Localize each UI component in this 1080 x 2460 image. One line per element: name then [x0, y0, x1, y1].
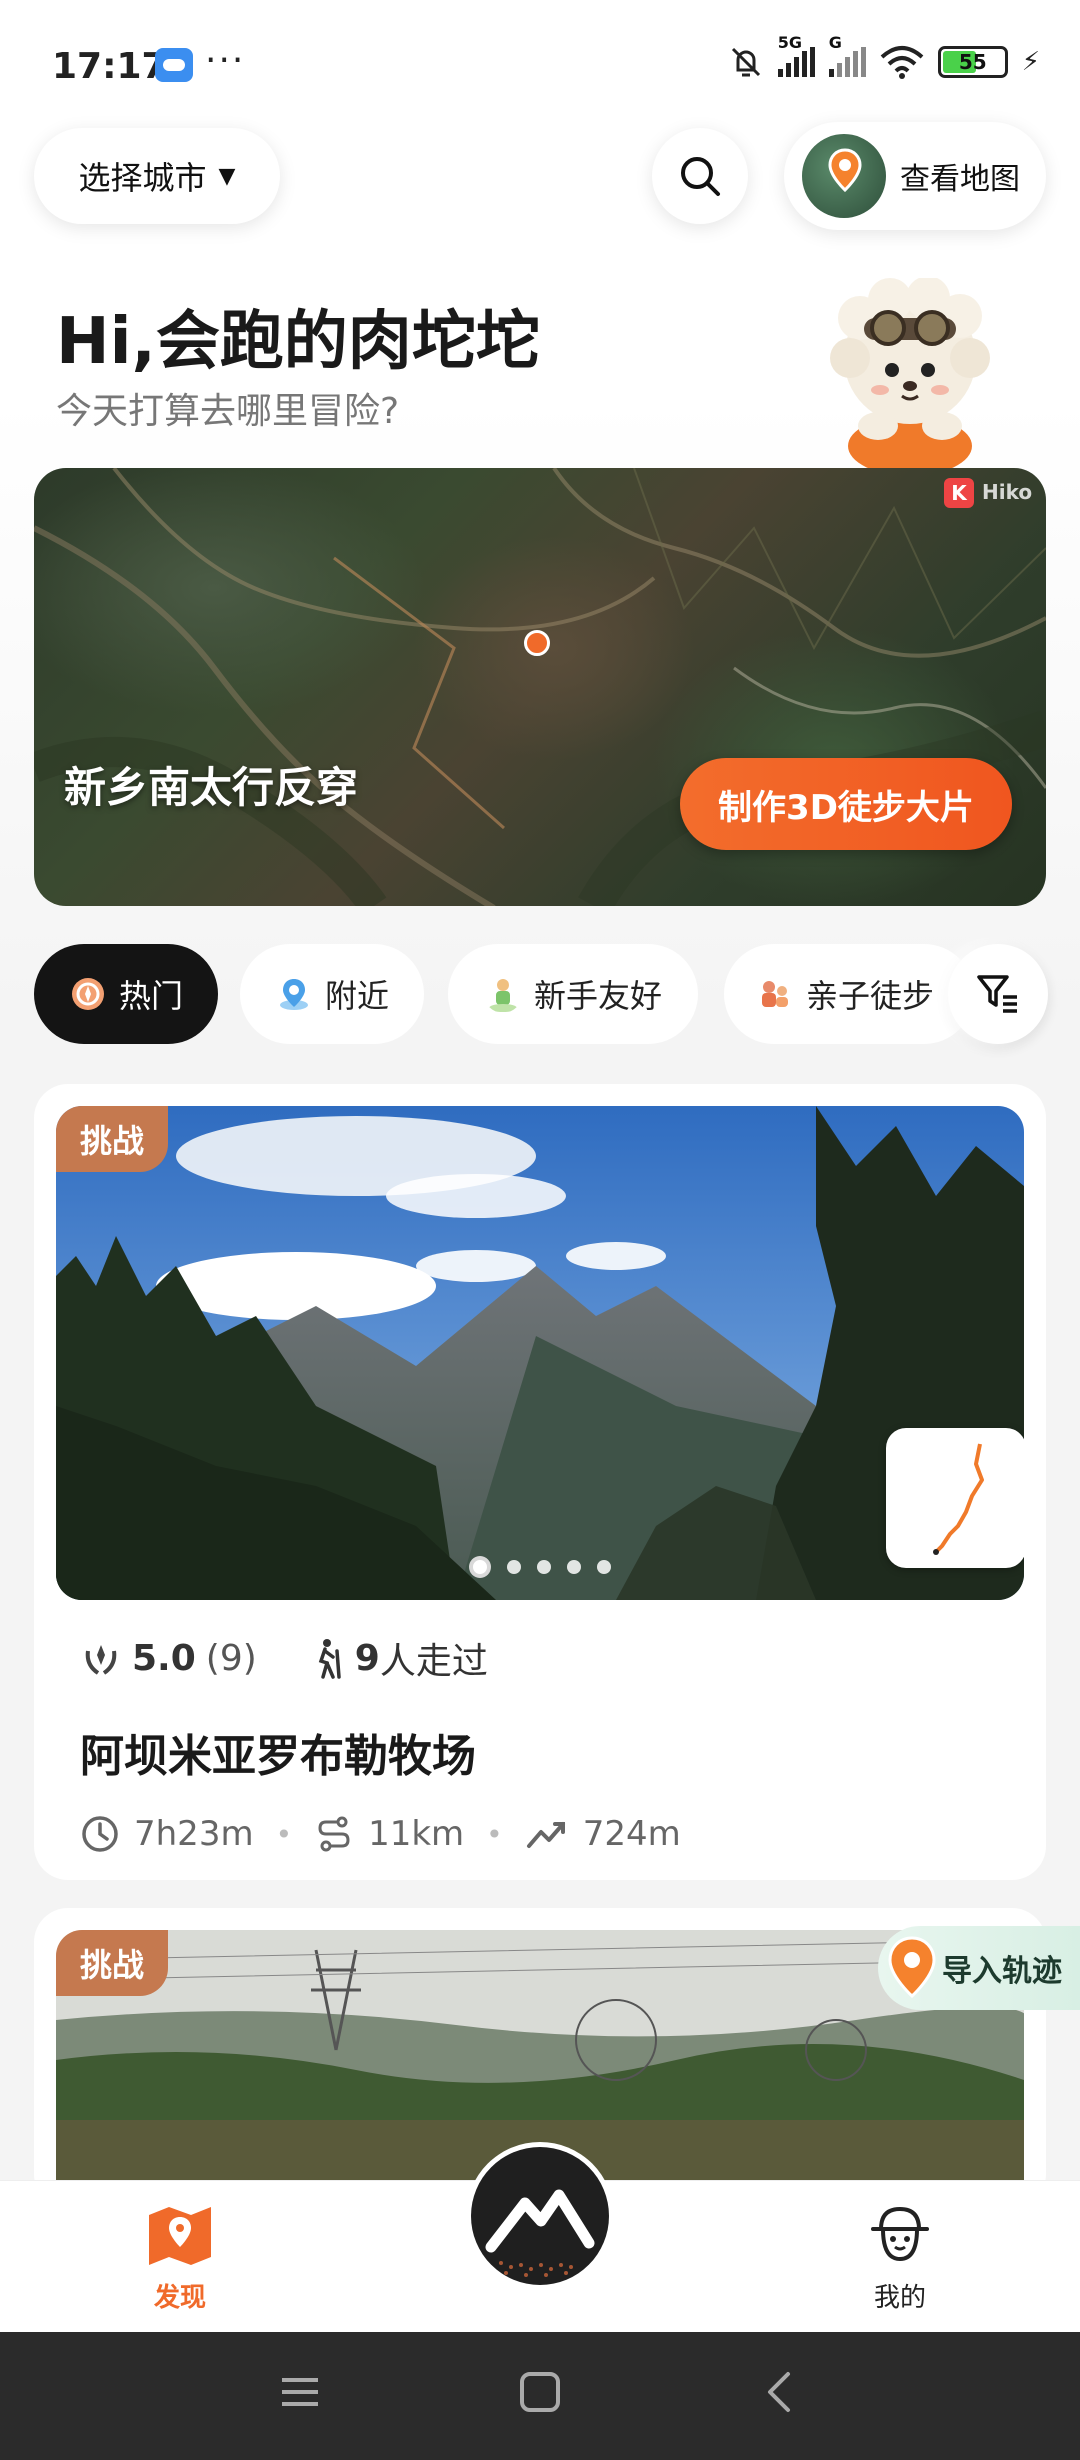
mute-bell-icon [731, 47, 760, 77]
hot-icon [71, 978, 104, 1010]
trail-stats: 7h23m • 11km • 724m [80, 1814, 681, 1854]
chip-nearby-label: 附近 [324, 977, 389, 1015]
mascot-sheep-icon [830, 278, 990, 476]
discover-map-icon [149, 2207, 211, 2265]
search-icon [681, 157, 720, 196]
rating-row: 5.0 (9) 9 人走过 [80, 1632, 488, 1684]
chip-family[interactable]: 亲子徒步 [724, 944, 974, 1044]
select-city-button[interactable]: 选择城市 ▼ [34, 128, 280, 224]
trail-photo[interactable]: 挑战 [56, 1106, 1024, 1600]
trail-title: 阿坝米亚罗布勒牧场 [80, 1731, 476, 1782]
nav-mine[interactable]: 我的 [850, 2199, 950, 2314]
make-3d-video-button[interactable]: 制作3D徒步大片 [680, 758, 1012, 850]
map-pin-icon [828, 148, 862, 192]
back-icon[interactable] [756, 2368, 804, 2416]
chip-hot-label: 热门 [118, 977, 183, 1015]
map-pin-icon [888, 1936, 936, 1999]
pager-dot [507, 1560, 521, 1574]
chip-hot[interactable]: 热门 [34, 944, 218, 1044]
map-thumbnail [802, 134, 886, 218]
rating-count: (9) [205, 1637, 257, 1679]
route-line-icon [933, 1443, 984, 1555]
record-track-button[interactable] [466, 2142, 614, 2290]
location-icon [279, 979, 308, 1010]
nav-discover[interactable]: 发现 [130, 2199, 230, 2314]
pager-dot [567, 1560, 581, 1574]
more-dots-icon: ··· [205, 40, 246, 81]
elevation-icon [526, 1822, 565, 1848]
category-chips: 热门 附近 新手友好 亲子徒步 [34, 944, 1080, 1044]
route-thumbnail[interactable] [886, 1428, 1024, 1568]
walked-count: 9 [354, 1637, 380, 1679]
hero-banner[interactable]: K Hiko 新乡南太行反穿 制作3D徒步大片 [34, 468, 1046, 906]
challenge-tag-2: 挑战 [56, 1930, 168, 1996]
greeting-subtitle: 今天打算去哪里冒险? [56, 391, 400, 432]
signal-g: G [828, 33, 866, 77]
chip-family-label: 亲子徒步 [806, 977, 935, 1015]
chip-beginner[interactable]: 新手友好 [448, 944, 698, 1044]
view-map-button[interactable]: 查看地图 [784, 122, 1046, 230]
hero-location-marker [524, 630, 550, 656]
profile-hat-icon [871, 2206, 929, 2262]
charging-icon: ⚡ [1021, 47, 1040, 77]
system-nav-bar [0, 2332, 1080, 2460]
status-bar: 17:17 ··· 5G G 55 ⚡ [0, 0, 1080, 120]
battery-icon: 55 [937, 46, 1008, 78]
pager-dot [597, 1560, 611, 1574]
rating-value: 5.0 [132, 1637, 196, 1679]
nav-discover-label: 发现 [153, 2283, 206, 2313]
greeting-title: Hi,会跑的肉坨坨 [56, 305, 540, 379]
brand-watermark: Hiko [982, 480, 1033, 504]
trail-card[interactable]: 挑战 5.0 (9) 9 人走过 阿坝米亚罗布勒牧场 7h23m • 11km •… [34, 1084, 1046, 1880]
beginner-icon [488, 979, 517, 1012]
home-icon[interactable] [516, 2368, 564, 2416]
brand-badge: K [944, 478, 974, 508]
trail-distance: 11km [368, 1814, 465, 1854]
mountain-logo-icon [485, 2189, 595, 2277]
distance-icon [318, 1816, 350, 1852]
chip-nearby[interactable]: 附近 [240, 944, 424, 1044]
hero-title: 新乡南太行反穿 [64, 763, 359, 812]
chip-beginner-label: 新手友好 [533, 977, 662, 1015]
view-map-label: 查看地图 [900, 162, 1020, 197]
clock-icon [82, 1816, 118, 1852]
image-pager [56, 1556, 1024, 1578]
hiker-icon [318, 1639, 341, 1679]
pager-dot [537, 1560, 551, 1574]
family-icon [762, 981, 788, 1007]
trail-elevation: 724m [582, 1814, 681, 1854]
filter-button[interactable] [948, 944, 1048, 1044]
status-time: 17:17 [52, 46, 167, 87]
caret-down-icon: ▼ [218, 163, 236, 189]
signal-5g: 5G [777, 33, 815, 77]
import-track-label: 导入轨迹 [942, 1954, 1062, 1989]
cloud-icon [155, 48, 193, 82]
mountain-photo [56, 1106, 1024, 1600]
challenge-tag: 挑战 [56, 1106, 168, 1172]
select-city-label: 选择城市 [78, 159, 207, 197]
trail-duration: 7h23m [134, 1814, 254, 1854]
filter-icon [977, 975, 1017, 1013]
import-track-button[interactable]: 导入轨迹 [878, 1926, 1080, 2010]
walked-suffix: 人走过 [379, 1641, 488, 1682]
wifi-icon [880, 46, 924, 79]
search-button[interactable] [652, 128, 748, 224]
laurel-rating-icon [85, 1645, 117, 1675]
pager-dot-active [469, 1556, 491, 1578]
nav-mine-label: 我的 [873, 2283, 926, 2313]
menu-icon[interactable] [276, 2368, 324, 2416]
